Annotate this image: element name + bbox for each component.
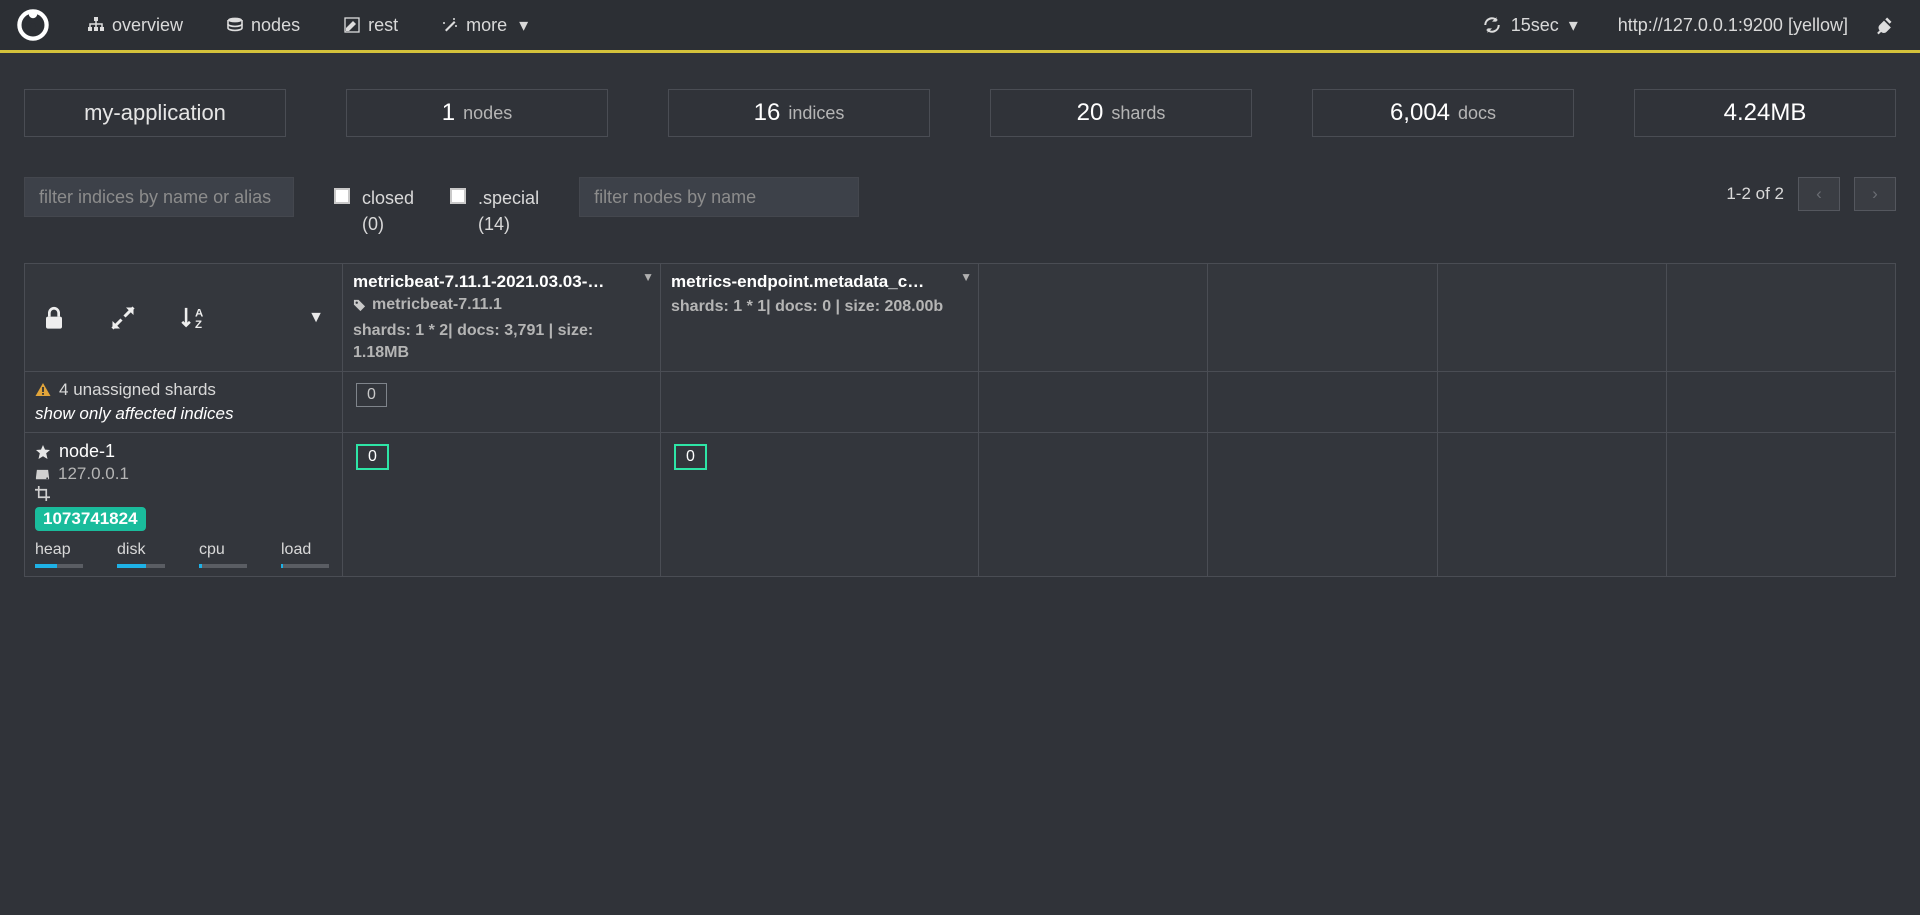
index-name[interactable]: metricbeat-7.11.1-2021.03.03-…	[353, 272, 613, 292]
host-status: [yellow]	[1788, 15, 1848, 35]
app-logo	[10, 2, 56, 48]
refresh-label: 15sec	[1511, 15, 1559, 36]
edit-icon	[344, 17, 360, 33]
nav-overview-label: overview	[112, 15, 183, 36]
summary-size[interactable]: 4.24MB	[1634, 89, 1896, 137]
nav-rest-label: rest	[368, 15, 398, 36]
sort-alpha-icon[interactable]: AZ	[181, 305, 209, 331]
checkbox-special[interactable]: .special(14)	[450, 185, 539, 237]
lock-icon[interactable]	[43, 306, 65, 330]
page-prev-button[interactable]: ‹	[1798, 177, 1840, 211]
summary-cluster[interactable]: my-application	[24, 89, 286, 137]
nav-rest[interactable]: rest	[322, 0, 420, 52]
index-header-1: ▼ metrics-endpoint.metadata_cu… shards: …	[661, 264, 979, 372]
expand-icon[interactable]	[111, 306, 135, 330]
index-stats: shards: 1 * 2| docs: 3,791 | size: 1.18M…	[353, 320, 650, 363]
node-ip: 127.0.0.1	[58, 464, 129, 484]
pagination-label: 1-2 of 2	[1726, 184, 1784, 204]
shard-grid: AZ ▼ ▼ metricbeat-7.11.1-2021.03.03-… me…	[24, 263, 1896, 577]
nav-nodes[interactable]: nodes	[205, 0, 322, 52]
summary-nodes[interactable]: 1nodes	[346, 89, 608, 137]
checkbox-icon	[334, 188, 350, 204]
svg-text:Z: Z	[195, 319, 202, 331]
stat-disk: disk	[117, 541, 165, 568]
filter-nodes-input[interactable]	[579, 177, 859, 217]
shard-replica[interactable]: 0	[356, 383, 387, 407]
nav-more-label: more	[466, 15, 507, 36]
chevron-down-icon: ▾	[519, 15, 528, 36]
node-name[interactable]: node-1	[59, 441, 115, 462]
host-url: http://127.0.0.1:9200	[1618, 15, 1783, 35]
disk-icon	[35, 467, 50, 482]
index-menu-caret[interactable]: ▼	[642, 270, 654, 284]
cluster-host[interactable]: http://127.0.0.1:9200 [yellow]	[1598, 15, 1868, 36]
refresh-icon	[1483, 16, 1501, 34]
magic-icon	[442, 17, 458, 33]
svg-text:A: A	[195, 308, 203, 320]
nav-nodes-label: nodes	[251, 15, 300, 36]
stat-heap: heap	[35, 541, 83, 568]
filter-indices-input[interactable]	[24, 177, 294, 217]
nav-more[interactable]: more ▾	[420, 0, 550, 52]
summary-shards[interactable]: 20shards	[990, 89, 1252, 137]
warning-icon	[35, 382, 51, 398]
tag-icon	[353, 299, 366, 312]
summary-docs[interactable]: 6,004docs	[1312, 89, 1574, 137]
stat-cpu: cpu	[199, 541, 247, 568]
show-affected-link[interactable]: show only affected indices	[35, 404, 332, 424]
index-stats: shards: 1 * 1| docs: 0 | size: 208.00b	[671, 296, 968, 318]
caret-down-icon[interactable]: ▼	[308, 309, 324, 327]
index-header-0: ▼ metricbeat-7.11.1-2021.03.03-… metricb…	[343, 264, 661, 372]
connect-button[interactable]	[1868, 15, 1900, 35]
checkbox-closed[interactable]: closed(0)	[334, 185, 414, 237]
node-stats: heap disk cpu load	[35, 541, 332, 568]
chevron-down-icon: ▾	[1569, 15, 1578, 36]
refresh-interval[interactable]: 15sec ▾	[1463, 15, 1598, 36]
index-name[interactable]: metrics-endpoint.metadata_cu…	[671, 272, 931, 292]
index-alias[interactable]: metricbeat-7.11.1	[372, 296, 502, 314]
filter-row: closed(0) .special(14) 1-2 of 2 ‹ ›	[0, 157, 1920, 263]
page-next-button[interactable]: ›	[1854, 177, 1896, 211]
cluster-name: my-application	[84, 100, 226, 126]
star-icon	[35, 444, 51, 460]
summary-row: my-application 1nodes 16indices 20shards…	[0, 53, 1920, 157]
index-menu-caret[interactable]: ▼	[960, 270, 972, 284]
checkbox-icon	[450, 188, 466, 204]
nav-overview[interactable]: overview	[66, 0, 205, 52]
sitemap-icon	[88, 17, 104, 33]
database-icon	[227, 17, 243, 33]
stat-load: load	[281, 541, 329, 568]
summary-indices[interactable]: 16indices	[668, 89, 930, 137]
node-row: node-1 127.0.0.1 1073741824 heap disk cp…	[25, 433, 1896, 577]
shard-primary[interactable]: 0	[356, 444, 389, 470]
shard-primary[interactable]: 0	[674, 444, 707, 470]
crop-icon	[35, 486, 50, 501]
plug-icon	[1874, 15, 1894, 35]
unassigned-row: 4 unassigned shards show only affected i…	[25, 372, 1896, 433]
top-nav: overview nodes rest more ▾ 15sec ▾ http:…	[0, 0, 1920, 53]
heap-badge: 1073741824	[35, 507, 146, 531]
